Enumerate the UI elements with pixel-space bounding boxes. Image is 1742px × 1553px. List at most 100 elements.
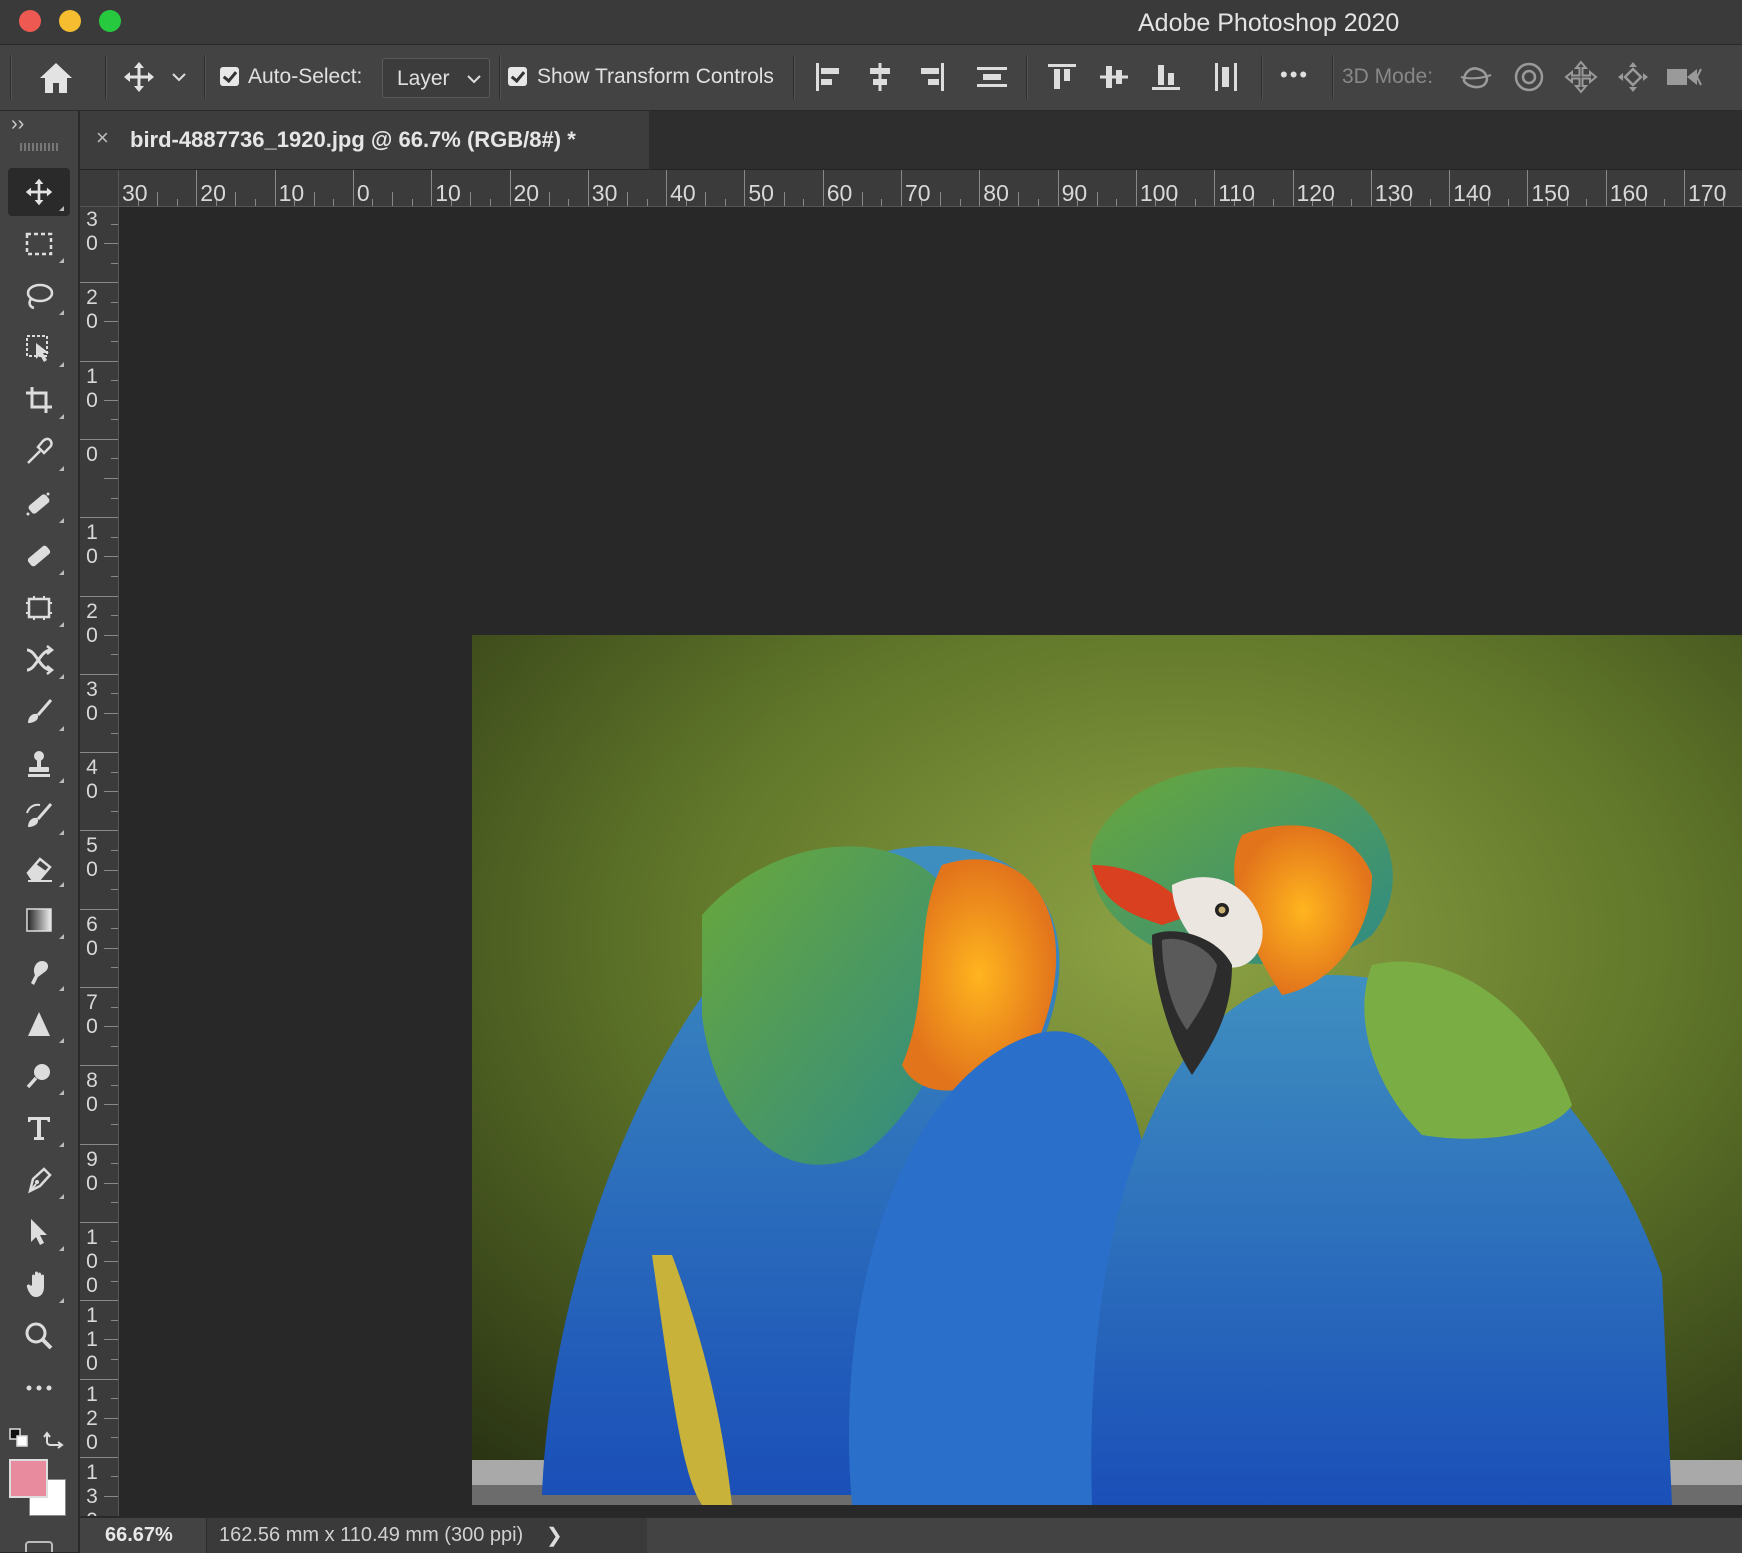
quick-mask-icon[interactable]	[24, 1538, 54, 1552]
pen-tool[interactable]	[8, 1156, 70, 1204]
window-zoom-button[interactable]	[99, 10, 121, 32]
window-close-button[interactable]	[19, 10, 41, 32]
auto-select-target-dropdown[interactable]: Layer	[382, 58, 490, 98]
healing-tool[interactable]	[8, 532, 70, 580]
ruler-minor-tick	[111, 576, 118, 577]
object-selection-tool[interactable]	[8, 324, 70, 372]
path-selection-tool[interactable]	[8, 1208, 70, 1256]
content-aware-move-tool[interactable]	[8, 636, 70, 684]
home-icon[interactable]	[36, 59, 76, 97]
hand-icon	[24, 1269, 54, 1299]
slide-3d-camera-icon[interactable]	[1615, 59, 1651, 95]
gradient-tool[interactable]	[8, 896, 70, 944]
ruler-minor-tick	[104, 321, 118, 322]
distribute-vertical-icon[interactable]	[975, 61, 1009, 93]
document-tab[interactable]: × bird-4887736_1920.jpg @ 66.7% (RGB/8#)…	[80, 111, 649, 169]
pan-3d-camera-icon[interactable]	[1563, 59, 1599, 95]
type-icon	[24, 1113, 54, 1143]
swap-colors-icon[interactable]	[42, 1425, 66, 1449]
separator	[105, 55, 107, 99]
clone-stamp-icon	[24, 749, 54, 779]
hand-tool[interactable]	[8, 1260, 70, 1308]
collapse-panels-icon[interactable]: ››	[11, 113, 24, 136]
spot-healing-tool[interactable]	[8, 480, 70, 528]
move-tool[interactable]	[8, 168, 70, 216]
ruler-minor-tick	[1664, 199, 1665, 206]
eyedropper-icon	[24, 437, 54, 467]
ruler-major-tick	[1371, 170, 1372, 206]
more-options-button[interactable]: •••	[1280, 62, 1309, 88]
patch-tool[interactable]	[8, 584, 70, 632]
align-right-edges-icon[interactable]	[917, 61, 947, 93]
ruler-minor-tick	[111, 811, 118, 812]
orbit-3d-camera-icon[interactable]	[1458, 59, 1494, 95]
smudge-tool[interactable]	[8, 948, 70, 996]
document-tab-title: bird-4887736_1920.jpg @ 66.7% (RGB/8#) *	[130, 127, 576, 153]
type-tool[interactable]	[8, 1104, 70, 1152]
ruler-origin[interactable]	[80, 170, 119, 207]
history-brush-tool[interactable]	[8, 792, 70, 840]
eyedropper-tool[interactable]	[8, 428, 70, 476]
ruler-minor-tick	[111, 1124, 118, 1125]
close-tab-icon[interactable]: ×	[96, 125, 109, 151]
align-vertical-centers-icon[interactable]	[1098, 61, 1130, 93]
ruler-minor-tick	[111, 1359, 118, 1360]
lasso-tool[interactable]	[8, 272, 70, 320]
move-icon[interactable]	[122, 60, 156, 94]
ruler-label: 40	[85, 756, 99, 804]
document-image-macaws[interactable]	[472, 635, 1742, 1505]
crop-tool[interactable]	[8, 376, 70, 424]
dodge-icon	[24, 1061, 54, 1091]
vertical-ruler[interactable]: 3020100102030405060708090100110120130	[80, 206, 119, 1516]
align-top-edges-icon[interactable]	[1046, 61, 1078, 93]
document-info-arrow-icon[interactable]: ❯	[546, 1523, 563, 1548]
zoom-tool[interactable]	[8, 1312, 70, 1360]
distribute-horizontal-icon[interactable]	[1210, 61, 1242, 93]
edit-toolbar-button[interactable]	[8, 1364, 70, 1412]
chevron-down-icon[interactable]	[172, 72, 186, 82]
ruler-minor-tick	[104, 791, 118, 792]
ruler-minor-tick	[1508, 199, 1509, 206]
eraser-tool[interactable]	[8, 844, 70, 892]
separator	[1026, 55, 1028, 99]
ruler-major-tick	[80, 361, 118, 362]
separator	[793, 55, 795, 99]
foreground-color-swatch[interactable]	[9, 1459, 48, 1498]
align-left-edges-icon[interactable]	[813, 61, 843, 93]
document-info[interactable]: 162.56 mm x 110.49 mm (300 ppi)	[206, 1518, 647, 1553]
panel-grip[interactable]	[20, 143, 58, 151]
ruler-major-tick	[744, 170, 745, 206]
ruler-major-tick	[80, 987, 118, 988]
content-aware-move-icon	[24, 645, 54, 675]
dodge-tool[interactable]	[8, 1052, 70, 1100]
pen-icon	[24, 1165, 54, 1195]
ruler-major-tick	[979, 170, 980, 206]
align-horizontal-centers-icon[interactable]	[865, 61, 895, 93]
ruler-label: 130	[1375, 180, 1413, 207]
ruler-minor-tick	[111, 1437, 118, 1438]
patch-icon	[24, 593, 54, 623]
canvas-area[interactable]	[119, 207, 1742, 1516]
scale-3d-camera-icon[interactable]	[1665, 59, 1705, 95]
default-colors-icon[interactable]	[8, 1427, 32, 1449]
ruler-label: 0	[357, 180, 370, 207]
window-minimize-button[interactable]	[59, 10, 81, 32]
zoom-level[interactable]: 66.67%	[105, 1524, 173, 1547]
ruler-major-tick	[80, 909, 118, 910]
show-transform-controls-checkbox[interactable]	[508, 67, 527, 86]
clone-stamp-tool[interactable]	[8, 740, 70, 788]
ruler-major-tick	[80, 830, 118, 831]
auto-select-checkbox[interactable]	[220, 67, 239, 86]
ruler-minor-tick	[111, 1281, 118, 1282]
ruler-minor-tick	[235, 192, 236, 206]
roll-3d-camera-icon[interactable]	[1511, 59, 1547, 95]
ruler-minor-tick	[111, 772, 118, 773]
marquee-tool[interactable]	[8, 220, 70, 268]
sharpen-tool[interactable]	[8, 1000, 70, 1048]
align-bottom-edges-icon[interactable]	[1150, 61, 1182, 93]
ruler-label: 170	[1688, 180, 1726, 207]
horizontal-ruler[interactable]: 3020100102030405060708090100110120130140…	[80, 170, 1742, 207]
tools-panel: ››	[0, 111, 79, 1552]
ruler-minor-tick	[111, 967, 118, 968]
brush-tool[interactable]	[8, 688, 70, 736]
